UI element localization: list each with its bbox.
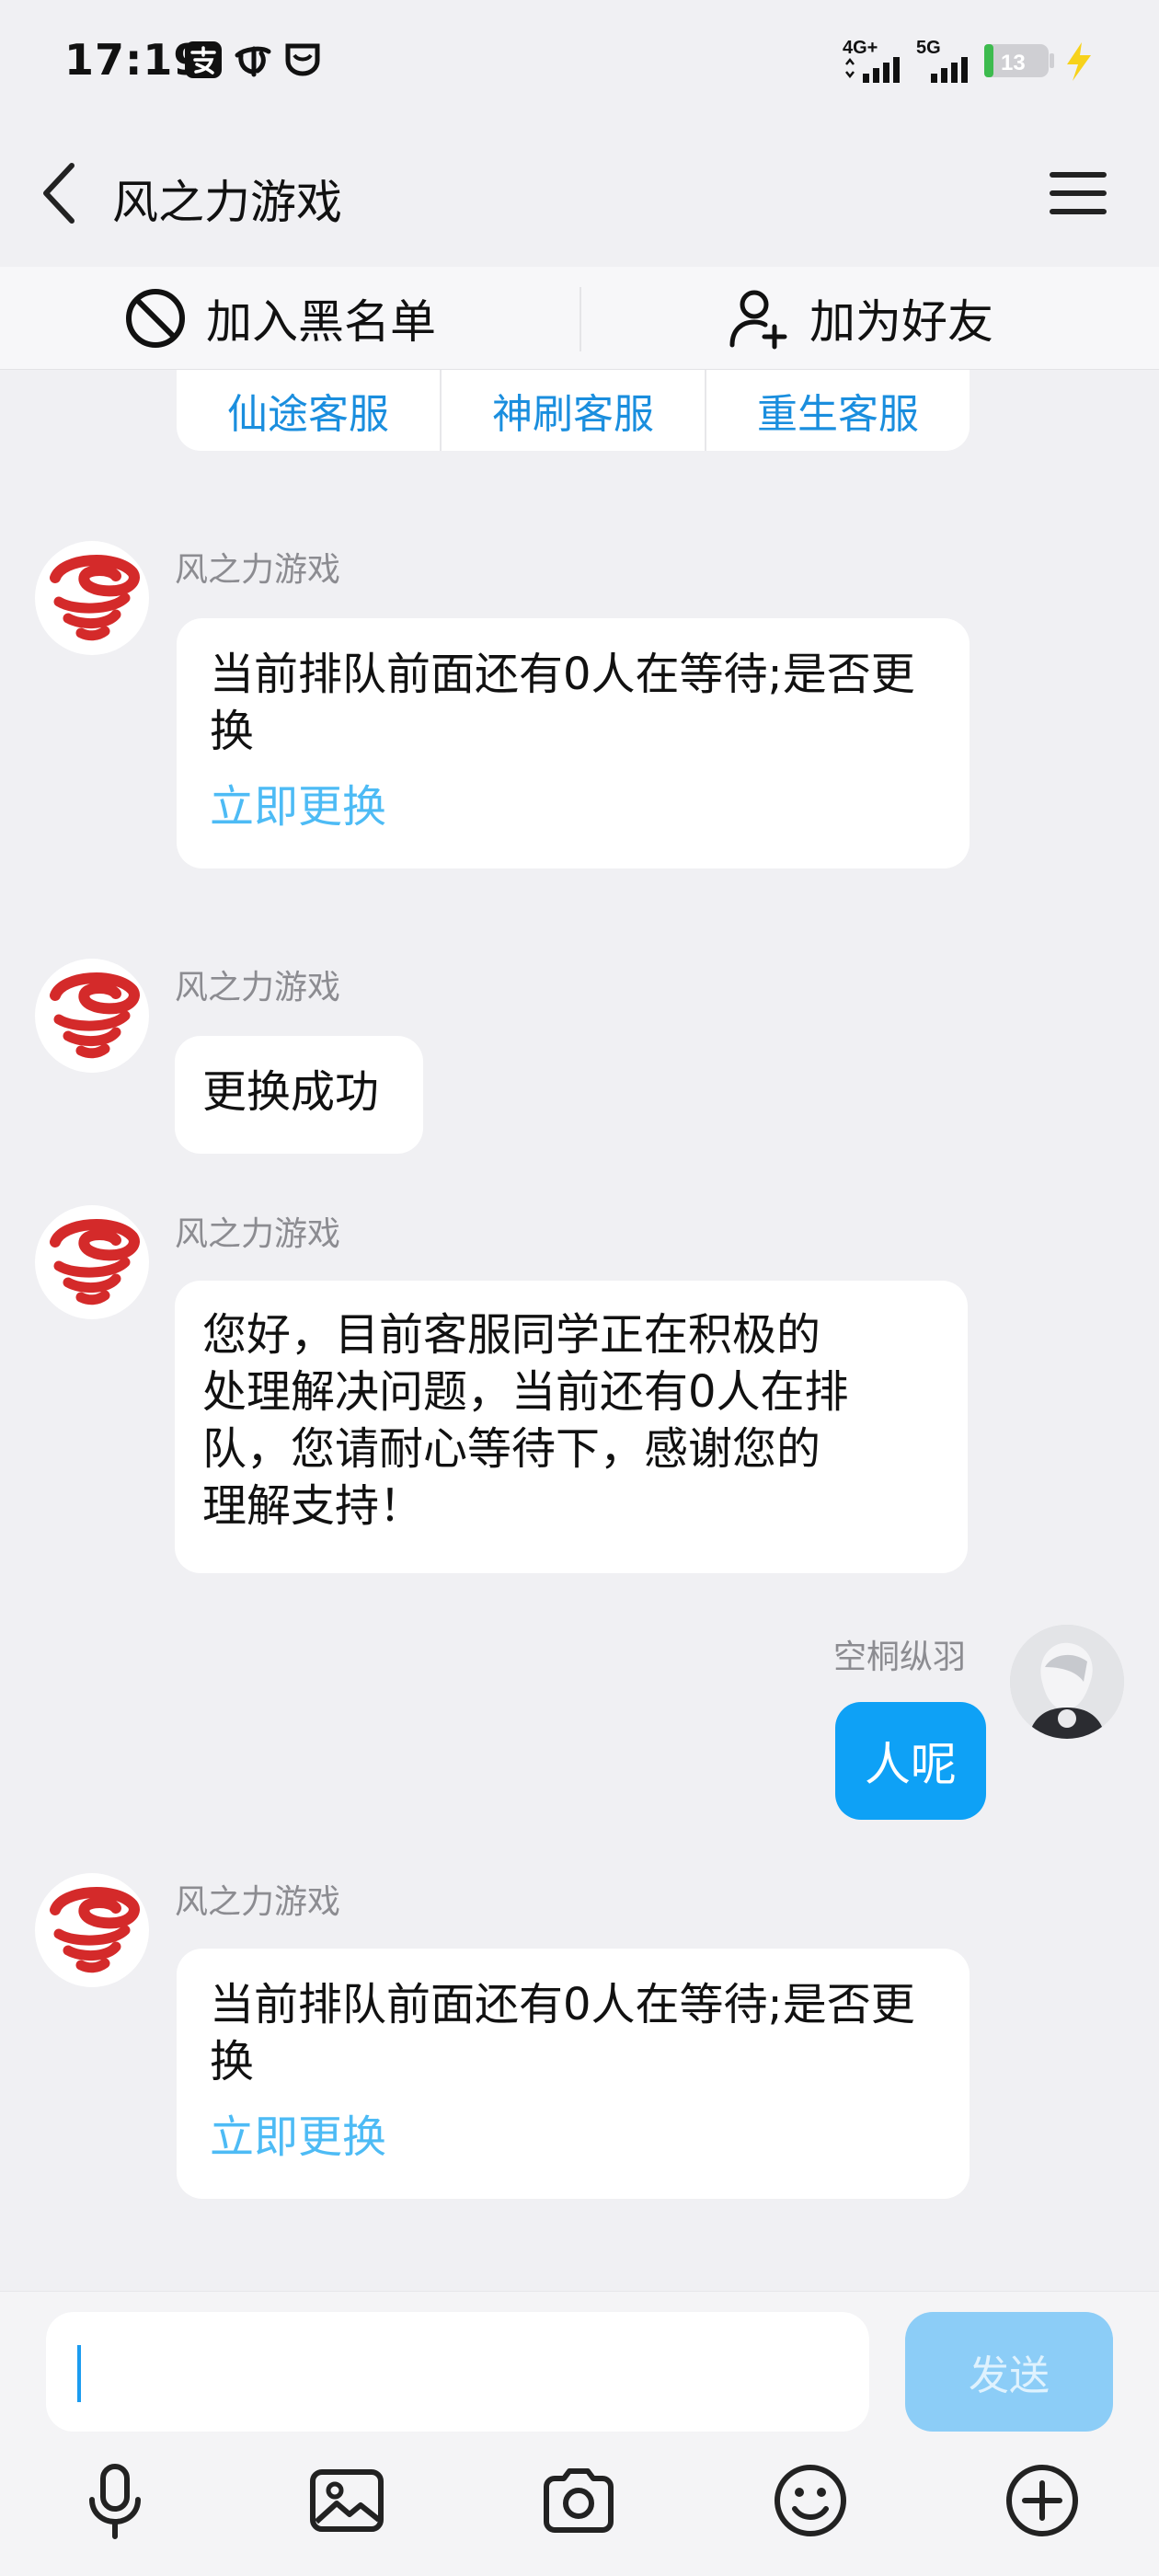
telecom-icon <box>235 46 271 77</box>
cup-icon <box>285 43 320 76</box>
sender-name-self: 空桐纵羽 <box>833 1639 967 1676</box>
message-line: 您好，目前客服同学正在积极的 <box>202 1309 821 1361</box>
message-line: 理解支持！ <box>202 1480 424 1532</box>
sender-name: 风之力游戏 <box>175 1883 341 1921</box>
quick-reply-xiantu[interactable]: 仙途客服 <box>177 370 442 451</box>
block-label: 加入黑名单 <box>206 295 436 349</box>
message-bubble: 您好，目前客服同学正在积极的 处理解决问题，当前还有0人在排 队，您请耐心等待下… <box>175 1281 968 1573</box>
message-line: 人呢 <box>865 1738 957 1791</box>
sender-name: 风之力游戏 <box>175 969 341 1006</box>
plus-icon[interactable] <box>1001 2459 1084 2542</box>
image-icon[interactable] <box>305 2459 388 2542</box>
avatar[interactable] <box>35 541 149 655</box>
tornado-logo-icon <box>50 1887 140 1973</box>
alipay-icon <box>185 41 222 78</box>
status-time: 17:19 <box>64 35 204 85</box>
sender-name: 风之力游戏 <box>175 551 341 589</box>
avatar[interactable] <box>35 1873 149 1987</box>
emoji-icon[interactable] <box>769 2459 852 2542</box>
composer: 发送 <box>0 2291 1159 2576</box>
network-label-5g: 5G <box>916 38 941 58</box>
signal-4g-icon: 4G+ <box>843 38 900 83</box>
message-input[interactable] <box>46 2312 869 2432</box>
add-user-icon <box>729 290 787 350</box>
avatar-self[interactable] <box>1010 1625 1124 1739</box>
message-line: 更换成功 <box>202 1066 380 1118</box>
message-line: 队，您请耐心等待下，感谢您的 <box>202 1423 821 1475</box>
contact-action-bar: 加入黑名单 加为好友 <box>0 267 1159 370</box>
tornado-logo-icon <box>50 1219 140 1305</box>
message-line: 处理解决问题，当前还有0人在排 <box>202 1366 849 1418</box>
message-bubble: 更换成功 <box>175 1036 423 1154</box>
message-bubble: 当前排队前面还有0人在等待;是否更 换 立即更换 <box>177 1949 970 2199</box>
quick-reply-chongsheng[interactable]: 重生客服 <box>706 370 970 451</box>
hamburger-menu-icon[interactable] <box>1049 166 1107 221</box>
replace-now-link[interactable]: 立即更换 <box>210 2109 947 2166</box>
message-line: 换 <box>210 706 255 757</box>
add-friend-label: 加为好友 <box>809 295 993 349</box>
add-friend-button[interactable]: 加为好友 <box>727 267 993 370</box>
tornado-logo-icon <box>50 555 140 641</box>
block-button[interactable]: 加入黑名单 <box>123 267 436 370</box>
page-title: 风之力游戏 <box>112 176 342 229</box>
text-caret <box>77 2345 81 2402</box>
tornado-logo-icon <box>50 972 140 1059</box>
send-button[interactable]: 发送 <box>905 2312 1113 2432</box>
user-avatar-icon <box>1010 1625 1124 1739</box>
signal-5g-icon: 5G <box>916 38 968 83</box>
sender-name: 风之力游戏 <box>175 1215 341 1253</box>
message-line: 换 <box>210 2036 255 2087</box>
microphone-icon[interactable] <box>74 2459 156 2542</box>
avatar[interactable] <box>35 1205 149 1319</box>
avatar[interactable] <box>35 959 149 1073</box>
quick-reply-shenshua[interactable]: 神刷客服 <box>442 370 706 451</box>
charging-icon <box>1067 42 1091 81</box>
battery-icon: 13 <box>984 44 1054 77</box>
chevron-left-icon[interactable] <box>35 160 90 226</box>
status-bar: 17:19 4G+ 5G 13 <box>0 0 1159 129</box>
action-divider <box>580 287 581 351</box>
quick-reply-card: 仙途客服 神刷客服 重生客服 <box>177 370 970 451</box>
message-bubble: 当前排队前面还有0人在等待;是否更 换 立即更换 <box>177 618 970 868</box>
message-bubble-self: 人呢 <box>835 1702 986 1820</box>
battery-level: 13 <box>1001 51 1026 75</box>
block-icon <box>126 289 185 348</box>
title-bar: 风之力游戏 <box>0 129 1159 258</box>
message-line: 当前排队前面还有0人在等待;是否更 <box>210 1979 915 2030</box>
message-line: 当前排队前面还有0人在等待;是否更 <box>210 649 915 700</box>
replace-now-link[interactable]: 立即更换 <box>210 778 947 835</box>
network-label-4g: 4G+ <box>843 38 878 58</box>
camera-icon[interactable] <box>537 2459 620 2542</box>
